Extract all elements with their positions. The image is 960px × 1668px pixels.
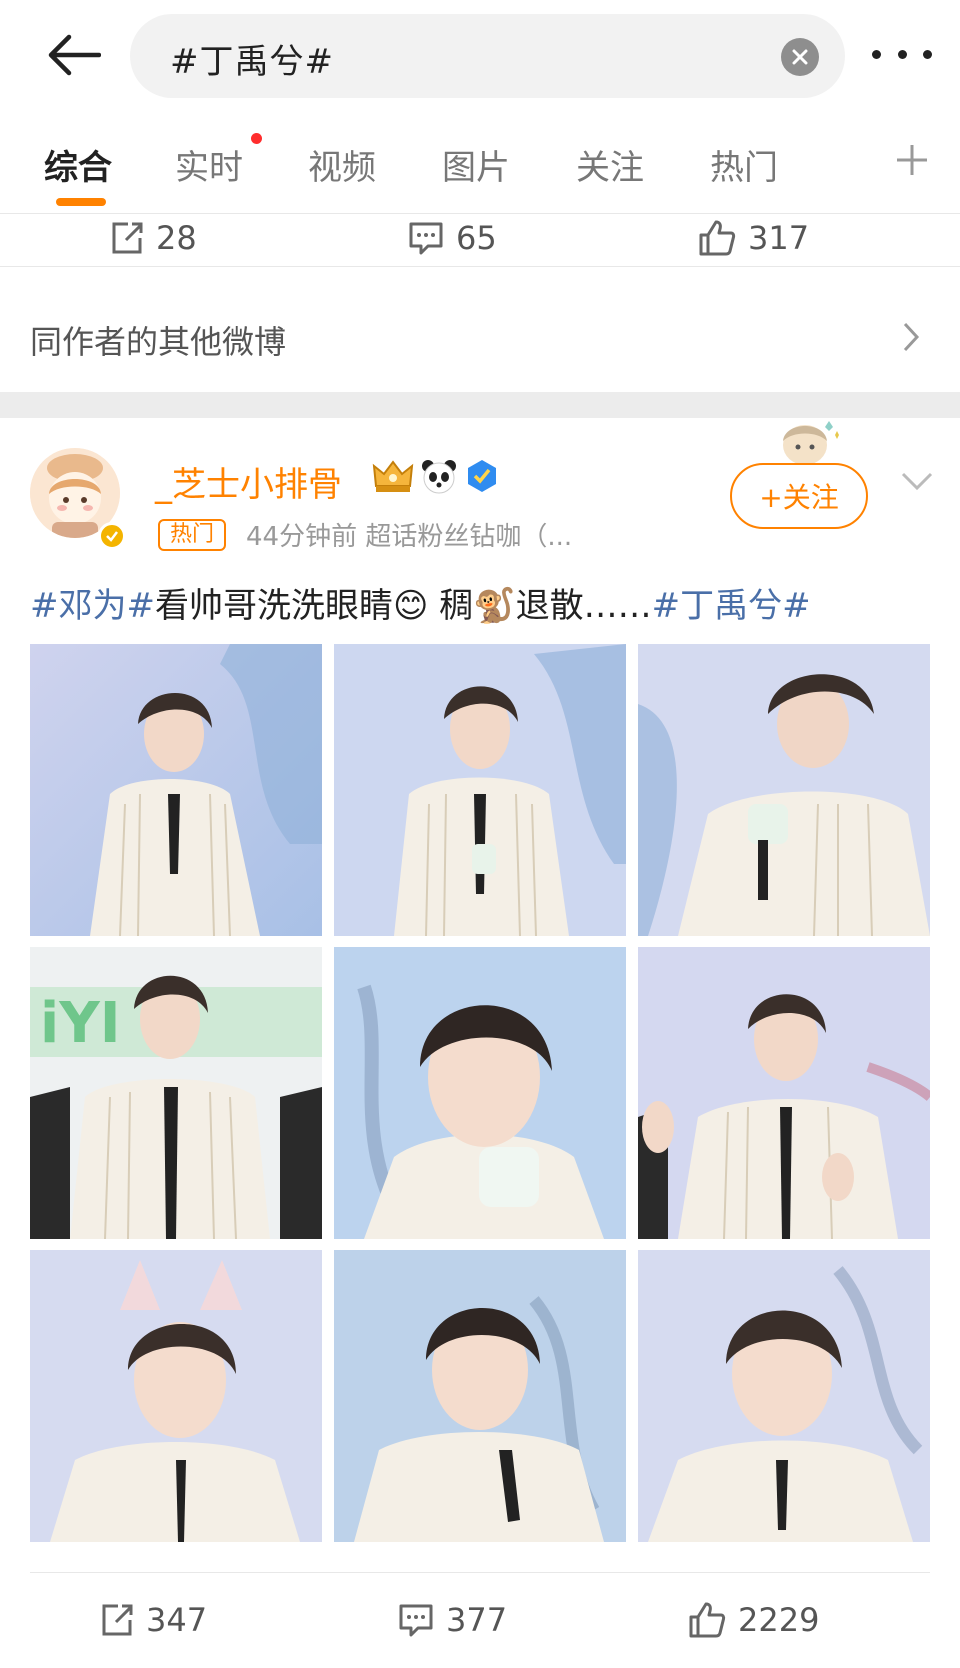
like-count: 2229 (738, 1601, 820, 1639)
photo-6[interactable] (638, 947, 930, 1239)
tab-following[interactable]: 关注 (576, 140, 644, 189)
image-grid: iYI (30, 644, 930, 1542)
svg-text:iYI: iYI (40, 991, 121, 1056)
comment-count: 65 (456, 219, 497, 257)
repost-icon (102, 1604, 133, 1636)
user-badges (372, 458, 500, 494)
photo-2[interactable] (334, 644, 626, 936)
comment-button[interactable]: 377 (398, 1585, 507, 1655)
photo-8[interactable] (334, 1250, 626, 1542)
tab-comprehensive[interactable]: 综合 (44, 140, 112, 189)
tab-hot[interactable]: 热门 (710, 140, 778, 189)
tab-video[interactable]: 视频 (308, 140, 376, 189)
comment-count: 377 (446, 1601, 508, 1639)
photo-3[interactable] (638, 644, 930, 936)
divider (0, 266, 960, 267)
post-text: #邓为#看帅哥洗洗眼睛😊 稠🐒退散……#丁禹兮# (30, 578, 811, 627)
chevron-right-icon (903, 322, 920, 352)
follow-button[interactable]: +关注 (730, 463, 868, 529)
post-meta: 44分钟前 超话粉丝钻咖（... (246, 522, 573, 552)
photo-1[interactable] (30, 644, 322, 936)
like-icon (699, 220, 736, 256)
more-icon (872, 49, 881, 59)
username[interactable]: _芝士小排骨 (155, 457, 342, 506)
crown-icon (372, 460, 414, 492)
top-bar: #丁禹兮# (0, 0, 960, 112)
repost-button[interactable]: 28 (108, 203, 197, 273)
panda-icon (422, 460, 456, 494)
comment-button[interactable]: 65 (408, 203, 497, 273)
photo-9[interactable] (638, 1250, 930, 1542)
verified-icon (106, 531, 118, 542)
post-body: 看帅哥洗洗眼睛😊 稠🐒退散…… (154, 586, 652, 626)
mascot-sticker-icon (783, 421, 839, 465)
photo-5[interactable] (334, 947, 626, 1239)
repost-icon (112, 222, 143, 254)
other-posts-link[interactable]: 同作者的其他微博 (0, 287, 960, 387)
like-button[interactable]: 317 (698, 203, 809, 273)
photo-4[interactable]: iYI (30, 947, 322, 1239)
add-tab-icon[interactable] (895, 143, 929, 177)
back-arrow-icon (48, 34, 101, 76)
other-posts-label: 同作者的其他微博 (30, 323, 287, 361)
post-stats: 347 377 2229 (0, 1585, 960, 1655)
hot-badge: 热门 (158, 519, 227, 551)
back-button[interactable] (38, 24, 108, 86)
verified-badge (98, 522, 126, 550)
prev-post-stats: 28 65 317 (0, 203, 960, 273)
like-count: 317 (748, 219, 810, 257)
clear-search-button[interactable] (781, 38, 819, 76)
comment-icon (409, 222, 443, 255)
repost-count: 347 (146, 1601, 208, 1639)
search-query: #丁禹兮# (170, 42, 334, 82)
follow-label: +关注 (759, 481, 839, 514)
more-button[interactable] (872, 36, 932, 72)
hashtag-link[interactable]: #丁禹兮# (652, 586, 811, 626)
repost-button[interactable]: 347 (98, 1585, 207, 1655)
tab-realtime[interactable]: 实时 (175, 140, 243, 189)
like-icon (689, 1602, 726, 1638)
divider (30, 1572, 930, 1573)
search-input[interactable]: #丁禹兮# (130, 14, 845, 98)
chevron-down-icon[interactable] (900, 470, 934, 492)
notification-dot (251, 133, 262, 144)
like-button[interactable]: 2229 (688, 1585, 819, 1655)
photo-7[interactable] (30, 1250, 322, 1542)
tab-pictures[interactable]: 图片 (442, 140, 510, 189)
clear-icon (792, 49, 808, 65)
hashtag-link[interactable]: #邓为# (30, 586, 155, 626)
hexagon-badge-icon (468, 460, 496, 492)
comment-icon (399, 1604, 433, 1637)
repost-count: 28 (156, 219, 197, 257)
